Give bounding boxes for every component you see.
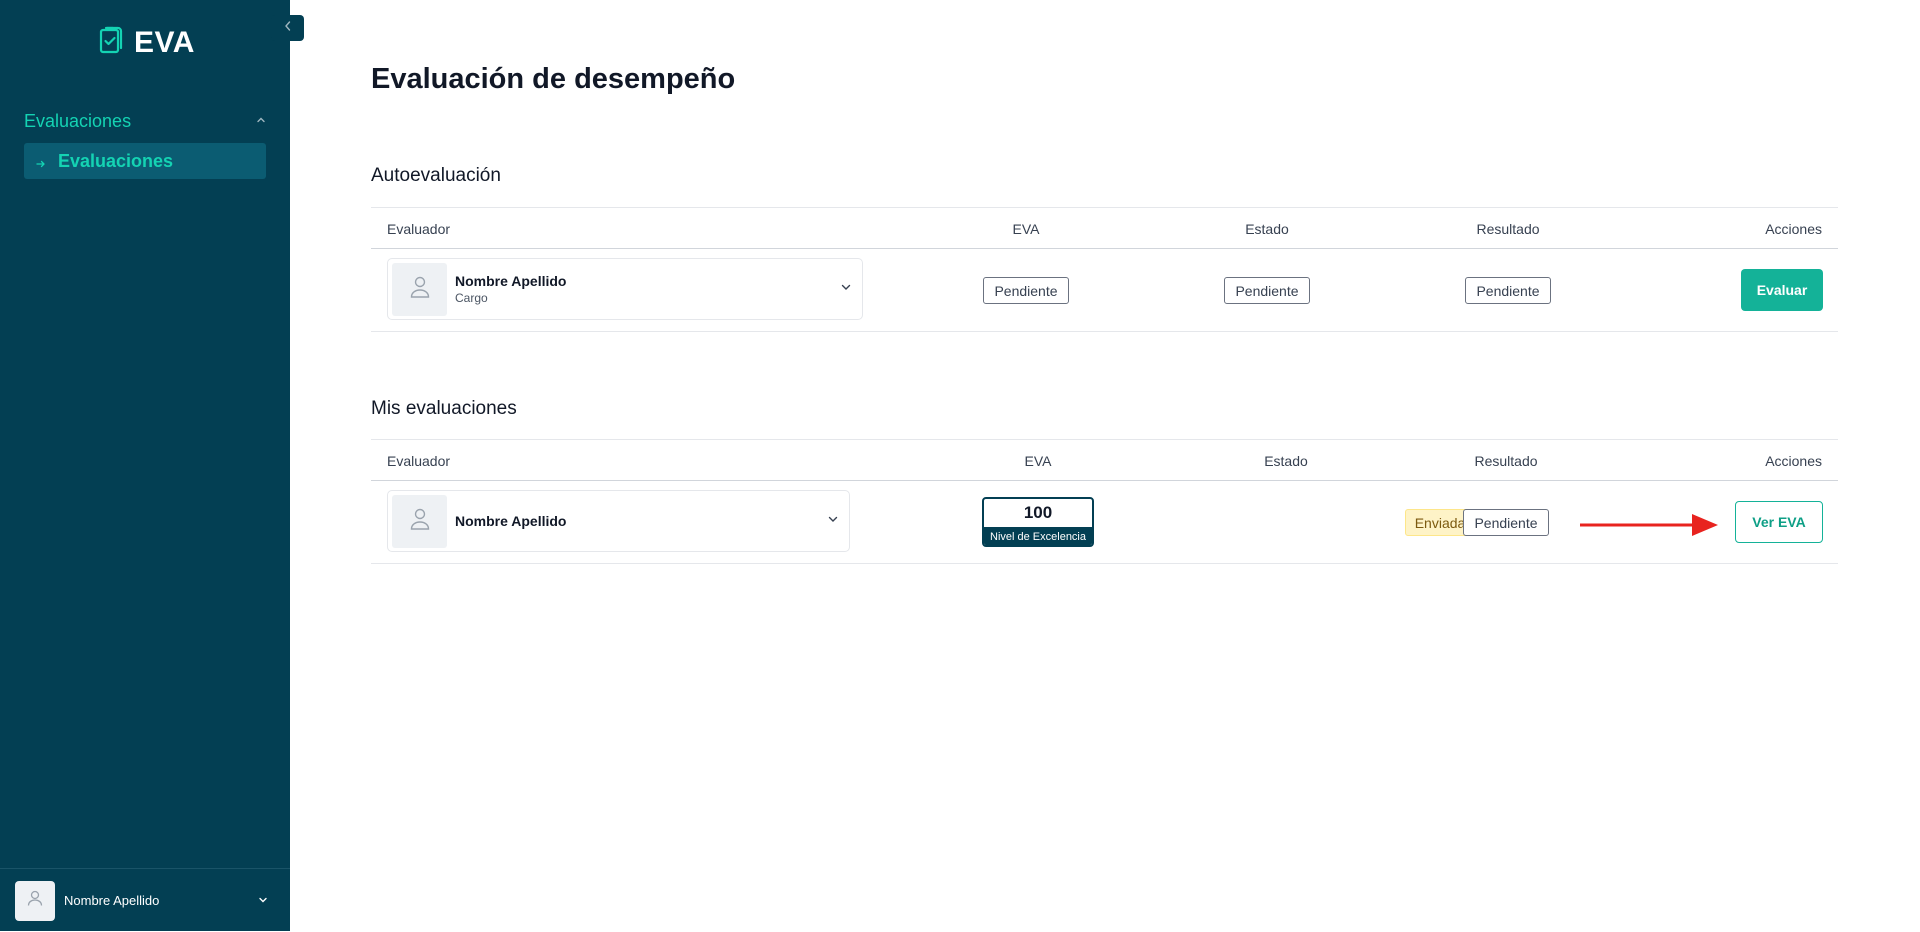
clipboard-check-icon [98, 24, 126, 61]
column-header-acciones: Acciones [1765, 453, 1822, 469]
evaluator-role: Cargo [455, 291, 488, 305]
sidebar-item-label: Evaluaciones [58, 150, 174, 171]
eva-score: 100 [1023, 503, 1053, 522]
page-title: Evaluación de desempeño [371, 63, 736, 95]
nav-group-label: Evaluaciones [24, 110, 132, 131]
column-header-resultado: Resultado [1476, 221, 1540, 237]
column-header-estado: Estado [1264, 453, 1308, 469]
main-content: Evaluación de desempeño Autoevaluación E… [290, 0, 1920, 931]
eva-level: Nivel de Excelencia [984, 527, 1092, 545]
section-title-autoevaluacion: Autoevaluación [371, 165, 501, 186]
column-header-evaluador: Evaluador [387, 453, 451, 469]
self-evaluation-table: Evaluador EVA Estado Resultado Acciones … [371, 207, 1838, 332]
chevron-left-icon [283, 19, 293, 37]
avatar [15, 880, 55, 921]
evaluator-select[interactable]: Nombre Apellido [387, 490, 850, 552]
table-row: Nombre Apellido Cargo Pendiente Pendient… [371, 249, 1838, 332]
chevron-down-icon [840, 280, 852, 298]
chevron-down-icon [258, 892, 268, 910]
user-icon [408, 506, 432, 537]
evaluator-name: Nombre Apellido [455, 513, 567, 529]
status-badge: Pendiente [1224, 277, 1310, 304]
evaluator-name: Nombre Apellido [455, 273, 567, 289]
app-logo[interactable]: EVA [98, 24, 195, 61]
nav-group-evaluaciones[interactable]: Evaluaciones [24, 108, 266, 134]
chevron-up-icon [256, 112, 266, 130]
avatar [392, 262, 447, 316]
user-menu[interactable]: Nombre Apellido [0, 868, 290, 932]
column-header-evaluador: Evaluador [387, 221, 451, 237]
column-header-acciones: Acciones [1765, 221, 1822, 237]
collapse-sidebar-button[interactable] [271, 15, 304, 41]
avatar [392, 494, 447, 548]
column-header-eva: EVA [1024, 453, 1052, 469]
user-name: Nombre Apellido [64, 893, 160, 908]
column-header-eva: EVA [1012, 221, 1040, 237]
column-header-resultado: Resultado [1474, 453, 1538, 469]
sidebar: EVA Evaluaciones Evaluaciones Nombre Ape… [0, 0, 290, 931]
section-title-mis-evaluaciones: Mis evaluaciones [371, 398, 517, 419]
result-badge: Pendiente [1465, 277, 1551, 304]
column-header-estado: Estado [1245, 221, 1289, 237]
table-header: Evaluador EVA Estado Resultado Acciones [371, 439, 1838, 481]
app-name: EVA [134, 25, 195, 59]
evaluate-button[interactable]: Evaluar [1741, 269, 1823, 311]
eva-badge: Pendiente [983, 277, 1069, 304]
sidebar-item-evaluaciones[interactable]: Evaluaciones [24, 143, 266, 179]
evaluator-select[interactable]: Nombre Apellido Cargo [387, 258, 863, 320]
annotation-arrow [1580, 511, 1720, 546]
view-eva-button[interactable]: Ver EVA [1735, 501, 1823, 543]
user-icon [408, 274, 432, 305]
arrow-right-icon [36, 156, 46, 168]
eva-score-card: 100 Nivel de Excelencia [982, 497, 1094, 547]
table-header: Evaluador EVA Estado Resultado Acciones [371, 207, 1838, 249]
result-badge: Pendiente [1463, 509, 1549, 536]
user-icon [25, 888, 45, 913]
chevron-down-icon [827, 512, 839, 530]
